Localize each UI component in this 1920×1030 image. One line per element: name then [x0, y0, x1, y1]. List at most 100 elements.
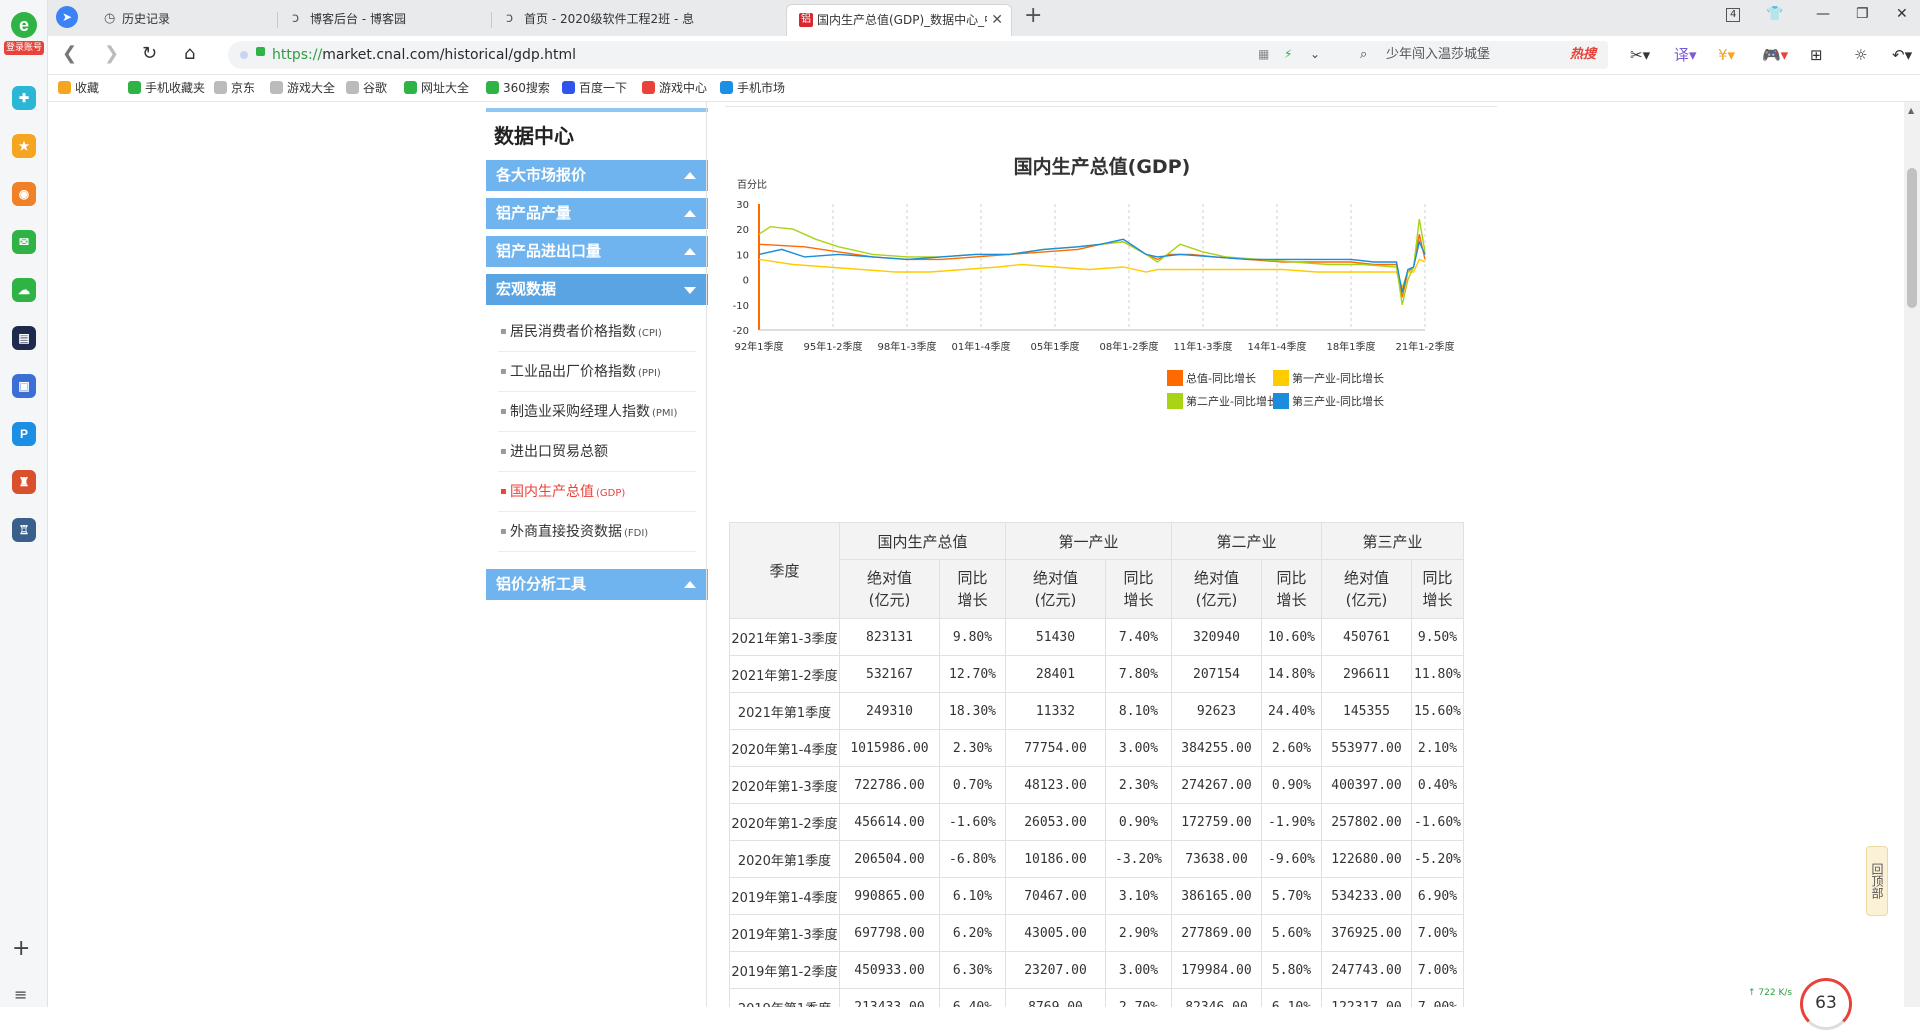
nav-section-aluminum-output[interactable]: 铝产品产量 — [486, 198, 708, 229]
legend-swatch — [1167, 393, 1183, 409]
legend-item[interactable]: 第三产业-同比增长 — [1273, 393, 1384, 409]
shirt-skin-icon[interactable]: 👕 — [1766, 6, 1783, 22]
reload-icon[interactable]: ↻ — [142, 44, 157, 64]
bookmark-item[interactable]: 百度一下 — [562, 79, 627, 97]
castle-game-icon[interactable]: ♖ — [12, 518, 36, 542]
navigation-icon[interactable]: ➤ — [56, 6, 78, 28]
tab-history[interactable]: ◷ 历史记录 — [92, 4, 278, 36]
forward-icon[interactable]: ❯ — [104, 44, 119, 64]
legend-item[interactable]: 第二产业-同比增长 — [1167, 393, 1278, 409]
value-cell: 48123.00 — [1005, 766, 1106, 804]
search-box[interactable]: ⌕ 少年闯入温莎城堡 热搜 — [1352, 41, 1608, 69]
bookmark-item[interactable]: 收藏 — [58, 79, 99, 97]
nav-item-gdp[interactable]: ▪ 国内生产总值 (GDP) — [498, 472, 696, 512]
home-icon[interactable]: ⌂ — [184, 44, 195, 64]
value-cell: 0.70% — [939, 766, 1006, 804]
series-line-2 — [758, 258, 1426, 290]
value-cell: 24.40% — [1261, 692, 1322, 730]
nav-section-macro-data[interactable]: 宏观数据 — [486, 274, 708, 305]
legend-swatch — [1167, 370, 1183, 386]
scrollbar-thumb[interactable] — [1907, 168, 1917, 308]
value-cell: 26053.00 — [1005, 803, 1106, 841]
nav-section-price-tools[interactable]: 铝价分析工具 — [486, 569, 708, 600]
nav-section-label: 铝价分析工具 — [496, 575, 587, 593]
back-icon[interactable]: ❮ — [62, 44, 77, 64]
back-to-top-button[interactable]: 回顶部 — [1866, 846, 1888, 916]
cloud-icon[interactable]: ☁ — [12, 278, 36, 302]
nav-section-import-export[interactable]: 铝产品进出口量 — [486, 236, 708, 267]
bookmark-item[interactable]: 网址大全 — [404, 79, 469, 97]
qr-code-icon[interactable]: ▦ — [1258, 47, 1269, 61]
minimize-icon[interactable]: — — [1816, 6, 1830, 22]
tab-class-home[interactable]: ↄ 首页 - 2020级软件工程2班 - 息 — [494, 4, 720, 36]
bookmark-item[interactable]: 手机市场 — [720, 79, 785, 97]
value-cell: 6.30% — [939, 951, 1006, 989]
nav-item-cpi[interactable]: ▪ 居民消费者价格指数 (CPI) — [498, 312, 696, 352]
ip-app-icon[interactable]: P — [12, 422, 36, 446]
plus-app-icon[interactable]: ✚ — [12, 86, 36, 110]
weibo-icon[interactable]: ◉ — [12, 182, 36, 206]
bookmark-item[interactable]: 360搜索 — [486, 79, 550, 97]
secure-lock-icon[interactable] — [256, 47, 265, 56]
close-window-icon[interactable]: ✕ — [1896, 6, 1908, 22]
address-bar[interactable]: https://market.cnal.com/historical/gdp.h… — [228, 41, 1384, 69]
mail-icon[interactable]: ✉ — [12, 230, 36, 254]
abs-value-header: 绝对值 (亿元) — [1171, 559, 1262, 619]
nav-section-market-prices[interactable]: 各大市场报价 — [486, 160, 708, 191]
x-tick-label: 21年1-2季度 — [1395, 340, 1454, 353]
chevron-down-icon[interactable]: ⌄ — [1310, 47, 1320, 61]
brightness-icon[interactable]: ☼ — [1854, 46, 1867, 64]
table-row: 2020年第1-4季度 1015986.00 2.30% 77754.00 3.00% 3… — [729, 729, 1464, 767]
sidebar-menu-icon[interactable]: ≡ — [14, 987, 27, 1003]
value-cell: 0.90% — [1105, 803, 1172, 841]
bookmark-item[interactable]: 谷歌 — [346, 79, 387, 97]
tab-blog-admin[interactable]: ↄ 博客后台 - 博客园 — [280, 4, 492, 36]
nav-item-label: 外商直接投资数据 — [510, 524, 622, 540]
performance-gauge[interactable]: 63 — [1800, 978, 1852, 1030]
tab-count-icon[interactable]: 4 — [1726, 8, 1741, 22]
search-placeholder[interactable]: 少年闯入温莎城堡 — [1386, 41, 1490, 69]
bookmark-item[interactable]: 手机收藏夹 — [128, 79, 205, 97]
news-icon[interactable]: ▤ — [12, 326, 36, 350]
bullet-icon: ▪ — [500, 366, 507, 377]
nav-item-ppi[interactable]: ▪ 工业品出厂价格指数 (PPI) — [498, 352, 696, 392]
coupon-icon[interactable]: ¥▾ — [1718, 46, 1735, 64]
new-tab-icon[interactable]: + — [1024, 3, 1042, 28]
nav-item-fdi[interactable]: ▪ 外商直接投资数据 (FDI) — [498, 512, 696, 552]
url-text[interactable]: https://market.cnal.com/historical/gdp.h… — [272, 41, 576, 69]
login-account-tag[interactable]: 登录账号 — [4, 41, 44, 55]
add-app-icon[interactable]: + — [12, 936, 30, 961]
browser-logo[interactable]: e 登录账号 — [4, 12, 44, 58]
favorites-star-icon[interactable]: ★ — [12, 134, 36, 158]
scroll-up-icon[interactable]: ▲ — [1908, 106, 1914, 115]
nav-item-trade[interactable]: ▪ 进出口贸易总额 — [498, 432, 696, 472]
document-icon[interactable]: ▣ — [12, 374, 36, 398]
yoy-growth-header: 同比 增长 — [1411, 559, 1464, 619]
bookmark-item[interactable]: 游戏大全 — [270, 79, 335, 97]
legend-item[interactable]: 总值-同比增长 — [1167, 370, 1256, 386]
browser-sidebar: e 登录账号 ✚ ★ ◉ ✉ ☁ ▤ ▣ P ♜ ♖ + ≡ — [0, 0, 48, 1007]
close-tab-icon[interactable]: ✕ — [991, 5, 1003, 35]
nav-item-pmi[interactable]: ▪ 制造业采购经理人指数 (PMI) — [498, 392, 696, 432]
series-line-1 — [758, 234, 1426, 298]
bookmark-item[interactable]: 游戏中心 — [642, 79, 707, 97]
search-icon: ⌕ — [1360, 47, 1368, 62]
site-info-icon[interactable] — [240, 51, 248, 59]
value-cell: 7.00% — [1411, 988, 1464, 1007]
scissors-icon[interactable]: ✂▾ — [1630, 46, 1650, 64]
apps-grid-icon[interactable]: ⊞ — [1810, 46, 1823, 64]
translate-icon[interactable]: 译▾ — [1674, 46, 1697, 64]
page-scrollbar[interactable]: ▲ — [1904, 102, 1920, 1007]
collapse-arrow-icon — [684, 581, 696, 588]
bookmark-item[interactable]: 京东 — [214, 79, 255, 97]
game-app-icon[interactable]: ♜ — [12, 470, 36, 494]
gamepad-icon[interactable]: 🎮▾ — [1762, 46, 1788, 64]
hot-search-badge[interactable]: 热搜 — [1570, 41, 1596, 69]
undo-icon[interactable]: ↶▾ — [1892, 46, 1912, 64]
speed-mode-icon[interactable]: ⚡ — [1284, 47, 1292, 61]
tab-gdp-active[interactable]: 铝 国内生产总值(GDP)_数据中心_中 ✕ — [786, 4, 1012, 36]
restore-icon[interactable]: ❐ — [1856, 6, 1869, 22]
quarter-cell: 2021年第1季度 — [729, 692, 840, 730]
legend-item[interactable]: 第一产业-同比增长 — [1273, 370, 1384, 386]
cnblogs-icon: ↄ — [506, 11, 514, 26]
